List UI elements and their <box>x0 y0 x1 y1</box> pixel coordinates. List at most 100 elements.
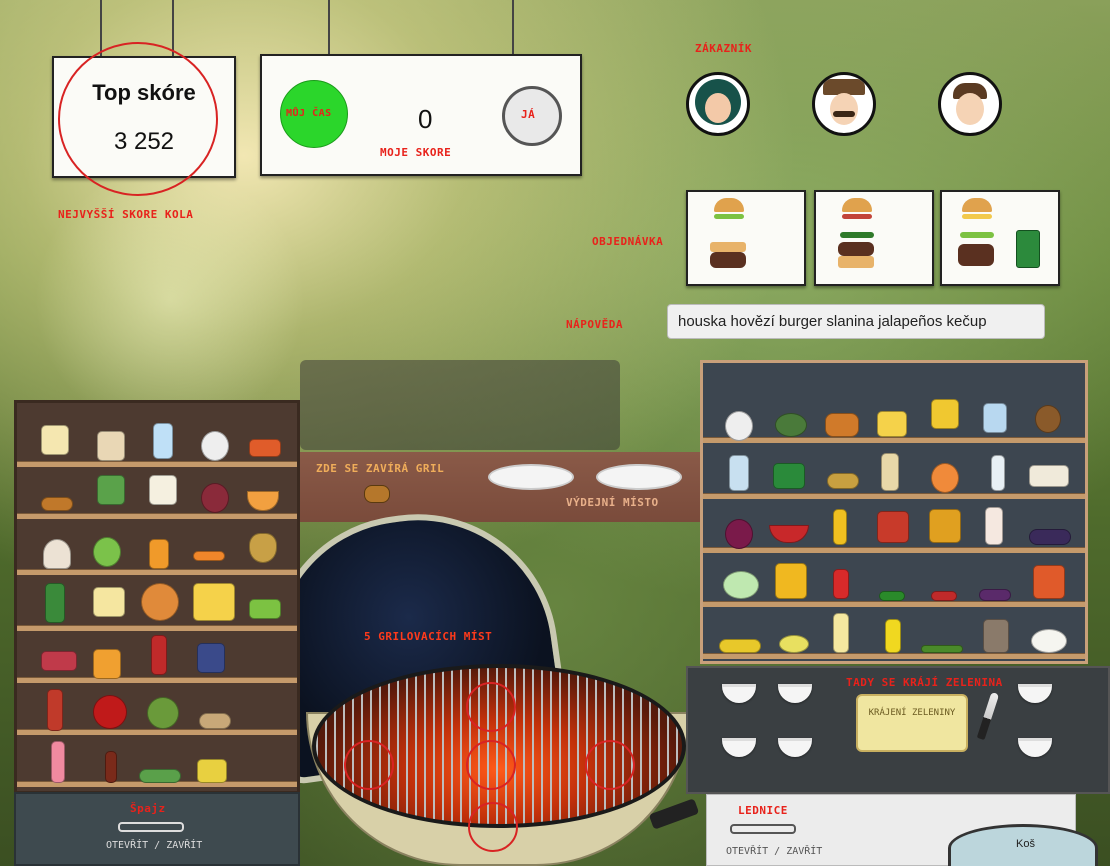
yellow-pepper-icon[interactable] <box>775 563 807 599</box>
flour-bag-icon[interactable] <box>41 425 69 455</box>
customer-woman-avatar[interactable] <box>686 72 750 136</box>
olives-can-icon[interactable] <box>773 463 805 489</box>
pantry-toggle[interactable]: Otevřít / Zavřít <box>106 840 202 851</box>
lemon-icon[interactable] <box>779 635 809 653</box>
mayo-bottle-icon[interactable] <box>833 613 849 653</box>
grill-spot-2[interactable] <box>344 740 394 790</box>
sauce-jar-icon[interactable] <box>93 649 121 679</box>
can-drink-icon <box>1016 230 1040 268</box>
pantry-shelf <box>14 400 300 794</box>
bread-icon[interactable] <box>825 413 859 437</box>
hanging-string <box>328 0 330 55</box>
bread-bag-icon[interactable] <box>881 453 899 491</box>
chili-bowl-icon[interactable] <box>769 525 809 543</box>
fridge-toggle[interactable]: Otevřít / Zavřít <box>726 846 822 857</box>
chips-pack-icon[interactable] <box>1033 565 1065 599</box>
honey-jar-icon[interactable] <box>929 509 961 543</box>
man-face-icon <box>830 93 858 125</box>
grill-spot-1[interactable] <box>466 682 516 732</box>
cabbage-icon[interactable] <box>723 571 759 599</box>
carrot-icon[interactable] <box>193 551 225 561</box>
cauliflower-icon[interactable] <box>1031 629 1067 653</box>
shelf-plank <box>703 437 1085 443</box>
serving-plate-2[interactable] <box>596 464 682 490</box>
milk-carton-icon[interactable] <box>153 423 173 459</box>
green-onion-icon[interactable] <box>921 645 963 653</box>
order-card-1[interactable] <box>686 190 806 286</box>
beetroot-icon[interactable] <box>201 483 229 513</box>
shelf-plank <box>17 569 297 575</box>
pear-icon[interactable] <box>249 533 277 563</box>
eggplant-icon[interactable] <box>979 589 1011 601</box>
score-value: 0 <box>418 104 433 134</box>
cola-can-icon[interactable] <box>833 569 849 599</box>
artichoke-icon[interactable] <box>147 697 179 729</box>
serving-plate-1[interactable] <box>488 464 574 490</box>
green-apple-icon[interactable] <box>93 537 121 567</box>
garlic-icon[interactable] <box>201 431 229 461</box>
bun-top-icon <box>842 198 872 212</box>
mustard-jar-icon[interactable] <box>197 759 227 783</box>
shelf-plank <box>703 601 1085 607</box>
grill-spot-3[interactable] <box>466 740 516 790</box>
cheese-block-icon[interactable] <box>193 583 235 621</box>
mayo-jar-icon[interactable] <box>93 587 125 617</box>
salt-box-icon[interactable] <box>983 403 1007 433</box>
cake-slice-icon[interactable] <box>1029 465 1069 487</box>
pantry-handle-icon[interactable] <box>118 822 184 832</box>
red-onion-icon[interactable] <box>725 519 753 549</box>
water-bottle-icon[interactable] <box>991 455 1005 491</box>
pepper-bag-icon[interactable] <box>983 619 1009 653</box>
grapes-icon[interactable] <box>1029 529 1071 545</box>
peach-icon[interactable] <box>931 463 959 493</box>
cheese-wheel-icon[interactable] <box>877 411 907 437</box>
bun-icon[interactable] <box>141 583 179 621</box>
order-card-3[interactable] <box>940 190 1060 286</box>
sugar-pack-icon[interactable] <box>149 475 177 505</box>
customer-man-hat-avatar[interactable] <box>812 72 876 136</box>
beans-bowl-icon[interactable] <box>41 497 73 511</box>
ketchup-bottle-icon[interactable] <box>985 507 1003 545</box>
fridge-handle-icon[interactable] <box>730 824 796 834</box>
red-chili-icon[interactable] <box>931 591 957 601</box>
milk-bottle-icon[interactable] <box>729 455 749 491</box>
grill-close-label: Zde se zavírá gril <box>316 462 445 475</box>
honey-jar-icon[interactable] <box>149 539 169 569</box>
pink-bottle-icon[interactable] <box>51 741 65 783</box>
cutting-board[interactable]: Krájení zeleniny <box>856 694 968 752</box>
corn-icon[interactable] <box>719 639 761 653</box>
radish-icon[interactable] <box>41 651 77 671</box>
ketchup-bottle-icon[interactable] <box>151 635 167 675</box>
cutting-area-label: Tady se krájí zelenina <box>846 676 1003 689</box>
broccoli-icon[interactable] <box>775 413 807 437</box>
egg-bowl-icon[interactable] <box>247 491 279 511</box>
jalapenos-icon[interactable] <box>879 591 905 601</box>
sauce-bottle-icon[interactable] <box>105 751 117 783</box>
lettuce-icon[interactable] <box>249 599 281 619</box>
sweet-potato-icon[interactable] <box>827 473 859 489</box>
corn-can-icon[interactable] <box>97 475 125 505</box>
coconut-drink-icon[interactable] <box>1035 405 1061 433</box>
grill-spot-5[interactable] <box>468 802 518 852</box>
sugar-bag-icon[interactable] <box>97 431 125 461</box>
can-drink-icon[interactable] <box>45 583 65 623</box>
garlic-icon[interactable] <box>725 411 753 441</box>
grill-close-handle[interactable] <box>364 485 390 503</box>
chips-bag-icon[interactable] <box>931 399 959 429</box>
cucumber-icon[interactable] <box>139 769 181 783</box>
patty-icon <box>958 244 994 266</box>
mustard-squeeze-icon[interactable] <box>885 619 901 653</box>
mushroom-icon[interactable] <box>43 539 71 569</box>
potato-icon[interactable] <box>199 713 231 729</box>
order-card-2[interactable] <box>814 190 934 286</box>
hot-sauce-bottle-icon[interactable] <box>47 689 63 731</box>
hint-label: Nápověda <box>566 318 623 331</box>
jalapenos-icon <box>840 232 874 238</box>
tuna-can-icon[interactable] <box>249 439 281 457</box>
red-apple-icon[interactable] <box>93 695 127 729</box>
sauce-pack-icon[interactable] <box>877 511 909 543</box>
customer-boy-avatar[interactable] <box>938 72 1002 136</box>
pickles-jar-icon[interactable] <box>197 643 225 673</box>
mustard-bottle-icon[interactable] <box>833 509 847 545</box>
grill-spot-4[interactable] <box>585 740 635 790</box>
